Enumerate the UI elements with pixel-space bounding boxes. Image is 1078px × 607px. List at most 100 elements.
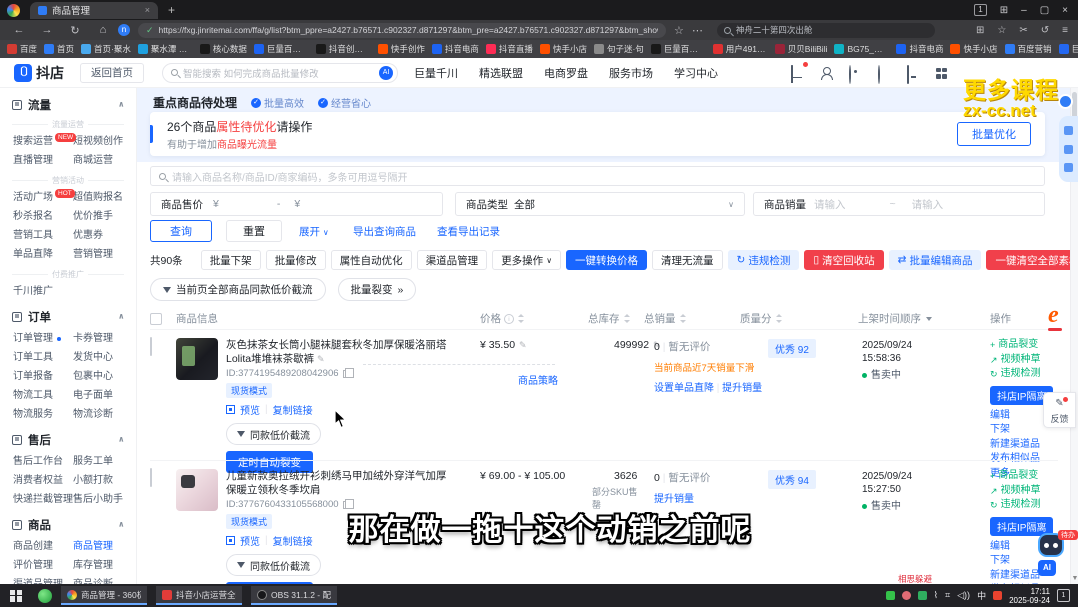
home-icon[interactable]: ⌂: [94, 24, 112, 36]
tray-clock[interactable]: 17:112025-09-24: [1009, 587, 1050, 605]
tray-app-icon[interactable]: [918, 591, 927, 600]
same-item-capture-button[interactable]: 同款低价截流: [226, 423, 321, 445]
op-视频种草[interactable]: ↗视频种草: [990, 484, 1058, 499]
favorites-icon[interactable]: ☆: [997, 25, 1006, 36]
export-log-link[interactable]: 查看导出记录: [437, 224, 500, 239]
extension-icon[interactable]: n: [118, 24, 130, 36]
taskbar-item-doc[interactable]: 抖音小店运营全攻...: [156, 586, 242, 605]
app-nav-巨量千川[interactable]: 巨量千川: [414, 65, 458, 81]
ai-assistant-widget[interactable]: 待办 AI: [1038, 533, 1064, 576]
sort-icon[interactable]: [517, 314, 524, 323]
query-button[interactable]: 查询: [150, 220, 212, 242]
activity-dock[interactable]: [1059, 116, 1078, 182]
op-违规检测[interactable]: ↻违规检测: [990, 367, 1058, 382]
maximize-button[interactable]: ▢: [1040, 5, 1049, 16]
col-time[interactable]: 上架时间顺序: [828, 311, 970, 326]
bookmark-item[interactable]: 巨量百应Bu: [651, 43, 706, 55]
split-screen-icon[interactable]: ⊞: [1000, 5, 1008, 16]
bell-icon[interactable]: [791, 65, 793, 83]
ime-indicator[interactable]: 中: [977, 589, 986, 602]
network-icon[interactable]: ⌗: [945, 590, 950, 601]
browser-logo-icon[interactable]: [7, 4, 20, 17]
sort-icon[interactable]: [679, 314, 686, 323]
bookmark-item[interactable]: 抖音直播: [486, 43, 533, 55]
same-item-capture-button[interactable]: 同款低价截流: [226, 554, 321, 576]
reset-button[interactable]: 重置: [226, 220, 282, 242]
select-all-checkbox[interactable]: [150, 313, 162, 325]
back-home-button[interactable]: 返回首页: [80, 63, 144, 83]
bookmark-item[interactable]: 百度: [7, 43, 37, 55]
expand-link[interactable]: 展开 ∨: [299, 224, 329, 239]
dock-icon[interactable]: [1064, 163, 1073, 172]
back-icon[interactable]: ←: [10, 24, 28, 36]
bookmark-star-icon[interactable]: ☆: [674, 24, 684, 37]
sidebar-item-快递拦截管理[interactable]: 快递拦截管理: [13, 490, 73, 509]
toolbar-button-批量编辑商品[interactable]: ⇄批量编辑商品: [889, 250, 982, 270]
preview-link[interactable]: 预览: [240, 533, 260, 548]
taskbar-item-browser[interactable]: 商品管理 - 360极...: [61, 586, 147, 605]
sidebar-item-售后小助手[interactable]: 售后小助手: [73, 490, 136, 509]
product-search-input[interactable]: 请输入商品名称/商品ID/商家编码，多条可用逗号隔开: [150, 166, 1045, 186]
bookmark-item[interactable]: 首页: [44, 43, 74, 55]
toolbar-button-清空回收站[interactable]: ▯清空回收站: [804, 250, 883, 270]
sidebar-item-物流服务[interactable]: 物流服务: [13, 405, 73, 424]
bookmark-item[interactable]: 聚水潭 ERP: [138, 43, 193, 55]
sidebar-item-短视频创作[interactable]: 短视频创作: [73, 132, 136, 151]
sidebar-item-单品直降[interactable]: 单品直降: [13, 245, 73, 264]
col-quality[interactable]: 质量分: [740, 311, 828, 326]
bookmark-item[interactable]: 巨量引擎工: [1059, 43, 1078, 55]
sidebar-item-售后工作台[interactable]: 售后工作台: [13, 452, 73, 471]
product-type-select[interactable]: 商品类型 全部 ∨: [455, 192, 745, 216]
extension-badge[interactable]: 1: [974, 4, 986, 16]
reload-icon[interactable]: ↻: [66, 24, 84, 37]
sidebar-item-搜索运营[interactable]: 搜索运营NEW: [13, 132, 73, 151]
bookmark-item[interactable]: 首页·聚水: [81, 43, 131, 55]
copy-icon[interactable]: [343, 370, 350, 378]
close-button[interactable]: ×: [1062, 5, 1068, 16]
bookmark-item[interactable]: 快手小店: [950, 43, 997, 55]
sidebar-section-订单[interactable]: 订单∨: [0, 304, 136, 329]
taskbar-item-obs[interactable]: OBS 31.1.2 - 配置...: [251, 586, 337, 605]
feedback-widget[interactable]: ✎反馈: [1043, 392, 1076, 428]
tray-app-icon[interactable]: [902, 591, 911, 600]
preview-link[interactable]: 预览: [240, 402, 260, 417]
scroll-down-arrow[interactable]: ▼: [1071, 575, 1078, 582]
copy-link[interactable]: 复制链接: [273, 533, 313, 548]
bookmark-item[interactable]: 快手小店: [540, 43, 587, 55]
address-bar[interactable]: ✓ https://fxg.jinritemai.com/ffa/g/list?…: [138, 23, 666, 38]
sales-range-filter[interactable]: 商品销量 请输入 ~ 请输入: [753, 192, 1045, 216]
boost-sales-link[interactable]: 提升销量: [654, 494, 694, 505]
menu-icon[interactable]: ≡: [1062, 25, 1068, 36]
op-违规检测[interactable]: ↻违规检测: [990, 498, 1058, 513]
op-商品裂变[interactable]: +商品裂变: [990, 469, 1058, 484]
copy-link[interactable]: 复制链接: [273, 402, 313, 417]
mic-icon[interactable]: ⌇: [934, 590, 938, 601]
sidebar-item-商品管理[interactable]: 商品管理: [73, 537, 136, 556]
bookmark-item[interactable]: 快手创作: [378, 43, 425, 55]
sort-icon[interactable]: [775, 314, 782, 323]
start-button[interactable]: [10, 590, 22, 602]
browser-tab[interactable]: 商品管理 ×: [30, 2, 158, 19]
col-price[interactable]: 价格i: [480, 311, 588, 326]
sidebar-item-评价管理[interactable]: 评价管理: [13, 556, 73, 575]
sidebar-item-优价推手[interactable]: 优价推手: [73, 207, 136, 226]
collapse-caret-icon[interactable]: ∨: [118, 312, 125, 321]
bookmark-item[interactable]: 贝贝BiliBili: [775, 43, 828, 55]
smart-search-input[interactable]: 智能搜索 如何完成商品批量修改 AI: [162, 63, 398, 83]
product-image[interactable]: [176, 338, 218, 380]
bookmark-item[interactable]: 句子迷·句: [594, 43, 644, 55]
toolbar-button-违规检测[interactable]: ↻违规检测: [728, 250, 800, 270]
qr-icon[interactable]: [226, 536, 235, 545]
bookmark-item[interactable]: 核心数据: [200, 43, 247, 55]
row-checkbox[interactable]: [150, 468, 152, 487]
sidebar-section-售后[interactable]: 售后∨: [0, 427, 136, 452]
bookmark-item[interactable]: 抖音电商: [432, 43, 479, 55]
bookmark-item[interactable]: 百度营销: [1005, 43, 1052, 55]
minimize-button[interactable]: –: [1021, 5, 1027, 16]
sidebar-item-订单工具[interactable]: 订单工具: [13, 348, 73, 367]
batch-fission-button[interactable]: 批量裂变»: [338, 278, 417, 301]
toolbar-button-批量下架[interactable]: 批量下架: [201, 250, 261, 270]
service-icon[interactable]: [849, 65, 851, 84]
apps-grid-icon[interactable]: ⊞: [976, 25, 984, 36]
batch-optimize-button[interactable]: 批量优化: [957, 122, 1031, 146]
